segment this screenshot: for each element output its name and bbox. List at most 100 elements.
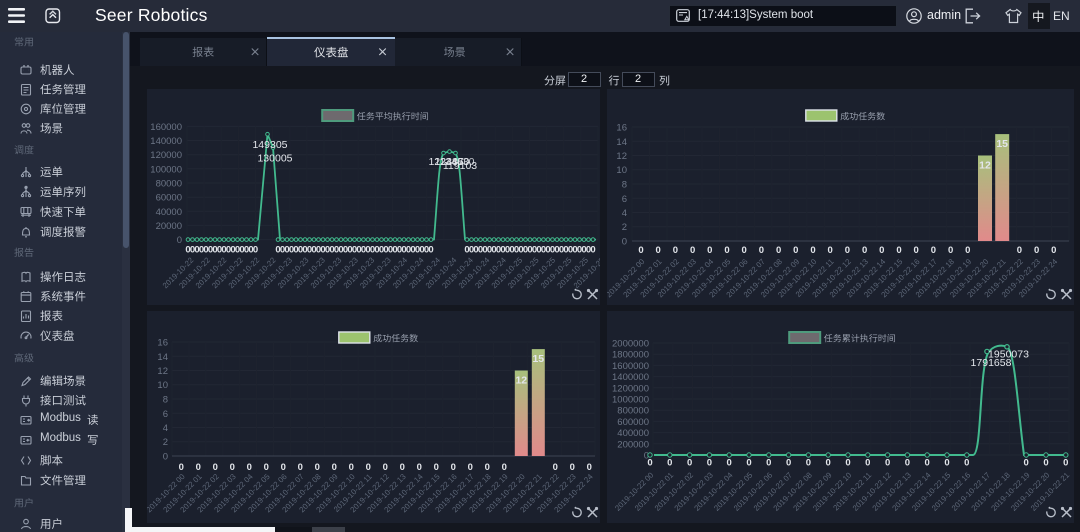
svg-text:0: 0	[845, 458, 850, 469]
svg-text:6: 6	[622, 194, 627, 205]
svg-text:149305: 149305	[252, 139, 287, 151]
svg-text:0: 0	[213, 462, 218, 473]
svg-text:0: 0	[746, 458, 751, 469]
svg-text:0: 0	[468, 462, 473, 473]
svg-text:0: 0	[1063, 458, 1068, 469]
svg-text:160000: 160000	[150, 122, 182, 133]
svg-text:80000: 80000	[156, 179, 182, 190]
svg-text:400000: 400000	[617, 428, 649, 439]
svg-text:0: 0	[862, 245, 867, 256]
svg-text:0: 0	[638, 245, 643, 256]
svg-text:8: 8	[622, 180, 627, 191]
svg-text:10: 10	[157, 380, 168, 391]
svg-text:0: 0	[724, 245, 729, 256]
svg-text:0: 0	[786, 458, 791, 469]
svg-text:0: 0	[965, 245, 970, 256]
svg-text:0: 0	[948, 245, 953, 256]
svg-text:0: 0	[196, 462, 201, 473]
svg-text:10: 10	[616, 165, 627, 176]
svg-text:0: 0	[553, 462, 558, 473]
svg-text:15: 15	[996, 138, 1008, 150]
svg-text:119103: 119103	[443, 160, 477, 172]
svg-text:0: 0	[366, 462, 371, 473]
svg-text:0: 0	[1043, 458, 1048, 469]
svg-text:0: 0	[281, 462, 286, 473]
svg-text:0: 0	[656, 245, 661, 256]
svg-text:0: 0	[247, 462, 252, 473]
svg-text:1800000: 1800000	[612, 350, 649, 361]
svg-text:0: 0	[885, 458, 890, 469]
svg-text:0: 0	[1051, 245, 1056, 256]
svg-text:0: 0	[925, 458, 930, 469]
svg-text:1791658: 1791658	[971, 357, 1012, 369]
svg-text:15: 15	[532, 353, 544, 365]
svg-text:12: 12	[979, 160, 991, 172]
svg-text:0: 0	[570, 462, 575, 473]
svg-text:0: 0	[1024, 458, 1029, 469]
svg-text:4: 4	[163, 423, 168, 434]
svg-text:0: 0	[896, 245, 901, 256]
svg-text:0: 0	[690, 245, 695, 256]
svg-text:6: 6	[163, 409, 168, 420]
svg-text:1600000: 1600000	[612, 361, 649, 372]
svg-text:60000: 60000	[156, 193, 182, 204]
svg-text:0: 0	[647, 458, 652, 469]
svg-text:16: 16	[157, 338, 168, 349]
svg-text:0: 0	[742, 245, 747, 256]
svg-text:14: 14	[157, 352, 168, 363]
svg-text:100000: 100000	[150, 164, 182, 175]
svg-text:0: 0	[587, 462, 592, 473]
svg-text:12: 12	[616, 151, 627, 162]
svg-text:800000: 800000	[617, 406, 649, 417]
svg-text:0: 0	[793, 245, 798, 256]
svg-text:0: 0	[766, 458, 771, 469]
svg-text:12: 12	[515, 375, 527, 387]
svg-text:0: 0	[931, 245, 936, 256]
svg-text:130005: 130005	[257, 153, 292, 165]
svg-text:1200000: 1200000	[612, 383, 649, 394]
svg-text:0: 0	[776, 245, 781, 256]
svg-text:0: 0	[964, 458, 969, 469]
svg-text:2: 2	[163, 437, 168, 448]
svg-text:0: 0	[177, 235, 182, 246]
svg-text:600000: 600000	[617, 417, 649, 428]
svg-text:0: 0	[828, 245, 833, 256]
svg-text:12: 12	[157, 366, 168, 377]
svg-text:0: 0	[622, 237, 627, 248]
svg-text:0: 0	[845, 245, 850, 256]
svg-text:0: 0	[707, 245, 712, 256]
svg-text:0: 0	[315, 462, 320, 473]
svg-text:0: 0	[400, 462, 405, 473]
svg-text:0: 0	[163, 452, 168, 463]
svg-text:0: 0	[590, 245, 595, 256]
svg-text:120000: 120000	[150, 150, 182, 161]
svg-text:0: 0	[687, 458, 692, 469]
svg-text:0: 0	[1034, 245, 1039, 256]
svg-text:20000: 20000	[156, 221, 182, 232]
svg-text:0: 0	[349, 462, 354, 473]
svg-text:40000: 40000	[156, 207, 182, 218]
svg-text:0: 0	[673, 245, 678, 256]
svg-text:0: 0	[826, 458, 831, 469]
svg-text:0: 0	[810, 245, 815, 256]
svg-text:0: 0	[879, 245, 884, 256]
svg-text:0: 0	[502, 462, 507, 473]
svg-text:8: 8	[163, 395, 168, 406]
svg-text:0: 0	[230, 462, 235, 473]
svg-text:0: 0	[451, 462, 456, 473]
svg-text:200000: 200000	[617, 439, 649, 450]
svg-text:0: 0	[865, 458, 870, 469]
svg-text:0: 0	[905, 458, 910, 469]
svg-text:0: 0	[298, 462, 303, 473]
svg-text:1000000: 1000000	[612, 395, 649, 406]
svg-text:0: 0	[667, 458, 672, 469]
svg-text:14: 14	[616, 137, 627, 148]
svg-text:0: 0	[428, 245, 433, 256]
svg-text:0: 0	[944, 458, 949, 469]
svg-text:0: 0	[332, 462, 337, 473]
svg-text:0: 0	[1017, 245, 1022, 256]
svg-text:4: 4	[622, 208, 627, 219]
svg-text:0: 0	[253, 245, 258, 256]
svg-text:0: 0	[707, 458, 712, 469]
svg-text:0: 0	[759, 245, 764, 256]
